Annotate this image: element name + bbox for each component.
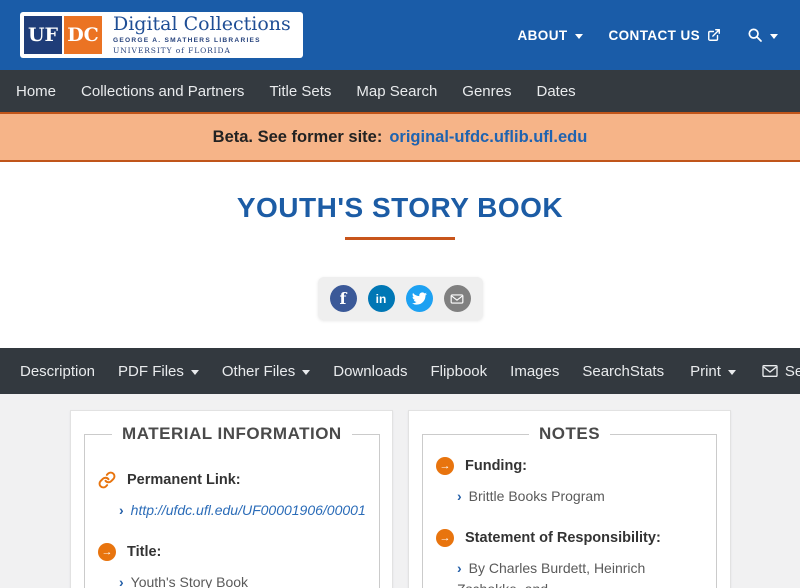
page-title: YOUTH'S STORY BOOK xyxy=(236,192,564,223)
beta-text: Beta. See former site: xyxy=(212,127,383,146)
title-row: → Title: xyxy=(98,542,366,561)
permanent-link-value-row: › http://ufdc.ufl.edu/UF00001906/00001 xyxy=(119,500,366,522)
arrow-glyph: → xyxy=(101,545,113,558)
facebook-share-button[interactable]: f xyxy=(329,285,357,312)
tab-pdf-files: PDF Files xyxy=(118,363,199,380)
panel-title: NOTES xyxy=(538,424,601,443)
material-information-fieldset: MATERIAL INFORMATION Permanent Link: › ht… xyxy=(84,424,380,588)
title-value: Youth's Story Book xyxy=(130,573,249,588)
main-navigation: Home Collections and Partners Title Sets… xyxy=(0,70,800,112)
toolbar-right: Stats Print Send xyxy=(630,363,800,380)
about-label: ABOUT xyxy=(517,27,568,43)
tab-description[interactable]: Description xyxy=(20,363,95,380)
arrow-circle-icon: → xyxy=(436,528,454,547)
caret-down-icon xyxy=(574,33,583,39)
title-label: Title: xyxy=(127,543,162,560)
caret-down-icon xyxy=(727,369,736,375)
title-underline xyxy=(345,237,455,240)
facebook-icon: f xyxy=(339,289,347,308)
logo-subtitle: GEORGE A. SMATHERS LIBRARIES xyxy=(113,37,261,44)
funding-value: Brittle Books Program xyxy=(468,488,605,504)
nav-map-search[interactable]: Map Search xyxy=(356,83,437,100)
chevron-right-icon: › xyxy=(119,502,124,518)
notes-fieldset: NOTES → Funding: › Brittle Books Program … xyxy=(422,424,717,588)
material-information-card: MATERIAL INFORMATION Permanent Link: › ht… xyxy=(70,410,393,588)
twitter-icon xyxy=(411,292,427,305)
send-button[interactable]: Send xyxy=(762,363,800,380)
tab-flipbook[interactable]: Flipbook xyxy=(430,363,487,380)
permanent-link-url[interactable]: http://ufdc.ufl.edu/UF00001906/00001 xyxy=(131,502,366,518)
contact-us-link[interactable]: CONTACT US xyxy=(609,28,722,43)
stats-button[interactable]: Stats xyxy=(630,363,664,380)
send-label: Send xyxy=(784,362,800,380)
header-links: ABOUT CONTACT US xyxy=(518,27,778,43)
tab-other-files: Other Files xyxy=(222,363,311,380)
logo-title: Digital Collections xyxy=(113,13,291,35)
twitter-share-button[interactable] xyxy=(405,285,433,312)
chevron-right-icon: › xyxy=(457,559,462,576)
toolbar-left: Description PDF Files Other Files Downlo… xyxy=(20,363,630,380)
print-label[interactable]: Print xyxy=(690,363,721,380)
search-menu[interactable] xyxy=(747,27,778,43)
statement-line-1: By Charles Burdett, Heinrich Zschokke, a… xyxy=(457,559,646,588)
caret-down-icon xyxy=(302,369,311,375)
envelope-icon xyxy=(762,365,778,377)
nav-dates[interactable]: Dates xyxy=(536,83,575,100)
uf-logo-square: UF xyxy=(24,16,62,54)
social-share-bar: f in xyxy=(317,277,483,320)
nav-home[interactable]: Home xyxy=(16,83,56,100)
item-metadata-area: MATERIAL INFORMATION Permanent Link: › ht… xyxy=(0,394,800,588)
ufdc-logo[interactable]: UF DC Digital Collections GEORGE A. SMAT… xyxy=(20,12,303,58)
caret-down-icon xyxy=(190,369,199,375)
tab-downloads[interactable]: Downloads xyxy=(333,363,407,380)
external-link-icon xyxy=(708,29,720,41)
former-site-link[interactable]: original-ufdc.uflib.ufl.edu xyxy=(389,128,587,147)
logo-university: UNIVERSITY of FLORIDA xyxy=(113,46,231,55)
chevron-right-icon: › xyxy=(119,573,124,588)
permanent-link-row: Permanent Link: xyxy=(98,471,366,489)
statement-row: → Statement of Responsibility: xyxy=(436,528,703,547)
arrow-glyph: → xyxy=(439,531,451,544)
nav-genres[interactable]: Genres xyxy=(462,83,511,100)
arrow-circle-icon: → xyxy=(436,457,454,475)
notes-card: NOTES → Funding: › Brittle Books Program … xyxy=(408,410,731,588)
caret-down-icon xyxy=(770,33,778,39)
chevron-right-icon: › xyxy=(457,488,462,504)
funding-value-row: › Brittle Books Program xyxy=(457,486,703,508)
search-icon xyxy=(748,28,762,42)
title-section: YOUTH'S STORY BOOK f in xyxy=(0,162,800,348)
title-value-row: › Youth's Story Book xyxy=(119,572,366,588)
chain-link-icon xyxy=(98,471,116,489)
about-menu[interactable]: ABOUT xyxy=(518,28,583,43)
email-share-button[interactable] xyxy=(443,285,471,312)
item-toolbar: Description PDF Files Other Files Downlo… xyxy=(0,348,800,394)
funding-label: Funding: xyxy=(465,458,528,474)
linkedin-icon: in xyxy=(375,291,387,306)
envelope-icon xyxy=(450,293,464,304)
dc-logo-square: DC xyxy=(64,16,102,54)
panel-title: MATERIAL INFORMATION xyxy=(122,424,342,443)
funding-row: → Funding: xyxy=(436,457,703,475)
arrow-glyph: → xyxy=(439,460,451,472)
linkedin-share-button[interactable]: in xyxy=(367,285,395,312)
site-header: UF DC Digital Collections GEORGE A. SMAT… xyxy=(0,0,800,70)
pdf-files-label[interactable]: PDF Files xyxy=(118,363,184,380)
contact-label: CONTACT US xyxy=(608,27,700,43)
beta-banner: Beta. See former site: original-ufdc.ufl… xyxy=(0,112,800,162)
arrow-circle-icon: → xyxy=(98,542,116,561)
other-files-label[interactable]: Other Files xyxy=(222,363,295,380)
statement-label: Statement of Responsibility: xyxy=(465,529,661,546)
print-menu: Print xyxy=(690,363,736,380)
tab-images[interactable]: Images xyxy=(510,363,559,380)
nav-title-sets[interactable]: Title Sets xyxy=(269,83,331,100)
permanent-link-label: Permanent Link: xyxy=(127,472,241,488)
tab-search[interactable]: Search xyxy=(582,363,630,380)
nav-collections-and-partners[interactable]: Collections and Partners xyxy=(81,83,244,100)
statement-value-row: ›By Charles Burdett, Heinrich Zschokke, … xyxy=(457,558,703,588)
